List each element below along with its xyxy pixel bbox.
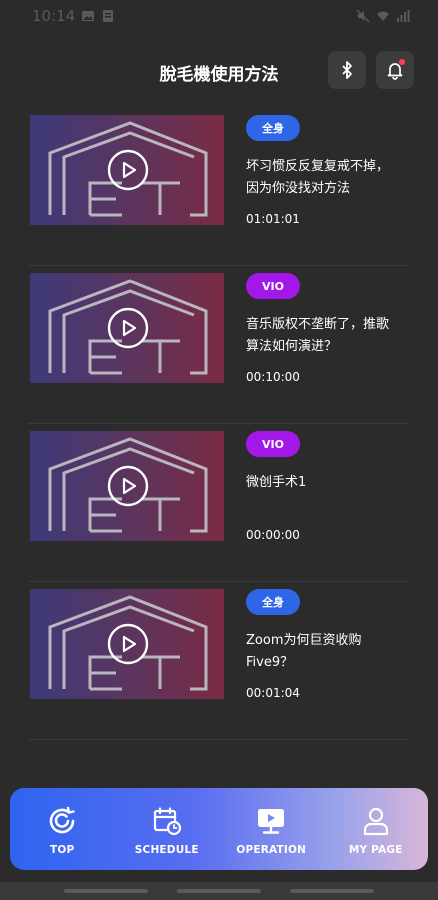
wifi-icon	[377, 11, 389, 21]
status-bar: 10:14	[0, 0, 438, 32]
video-title[interactable]: 坏习惯反反复复戒不掉，因为你没找对方法	[246, 156, 396, 200]
gesture-indicator[interactable]	[64, 889, 149, 893]
status-time: 10:14	[32, 7, 76, 25]
video-item[interactable]: 全身 坏习惯反反复复戒不掉，因为你没找对方法 01:01:01	[28, 108, 408, 266]
signal-icon	[397, 10, 410, 22]
mute-icon	[356, 9, 370, 23]
nav-item-my-page[interactable]: MY PAGE	[326, 802, 426, 856]
nav-label: TOP	[50, 844, 75, 856]
page-title: 脫毛機使用方法	[159, 65, 279, 85]
category-tag: VIO	[246, 431, 300, 457]
video-item[interactable]: VIO 微创手术1 00:00:00	[28, 424, 408, 582]
video-thumbnail[interactable]	[30, 431, 224, 541]
user-icon	[363, 807, 388, 836]
document-icon	[103, 10, 114, 22]
status-left: 10:14	[32, 7, 115, 25]
image-icon	[82, 11, 95, 21]
video-thumbnail[interactable]	[30, 273, 224, 383]
video-screen-icon	[258, 809, 285, 834]
video-title[interactable]: 音乐版权不垄断了，推歌算法如何演进？	[246, 314, 396, 358]
nav-label: SCHEDULE	[134, 844, 199, 856]
bottom-nav: TOP SCHEDULE OPERATION MY PAGE	[10, 788, 428, 870]
refresh-icon	[49, 806, 75, 834]
video-thumbnail[interactable]	[30, 115, 224, 225]
play-icon	[107, 307, 149, 349]
video-duration: 00:00:00	[246, 528, 300, 542]
nav-label: MY PAGE	[348, 844, 403, 856]
video-thumbnail[interactable]	[30, 589, 224, 699]
category-tag: 全身	[246, 589, 300, 615]
category-tag: 全身	[246, 115, 300, 141]
video-title[interactable]: Zoom为何巨资收购Five9？	[246, 630, 396, 674]
status-right	[356, 9, 410, 23]
app-header: 脫毛機使用方法	[0, 48, 438, 96]
nav-item-operation[interactable]: OPERATION	[221, 802, 321, 856]
gesture-indicator[interactable]	[289, 889, 374, 893]
video-duration: 01:01:01	[246, 212, 300, 226]
category-tag: VIO	[246, 273, 300, 299]
notification-dot	[399, 59, 405, 65]
video-list: 全身 坏习惯反反复复戒不掉，因为你没找对方法 01:01:01 VIO 音乐版权…	[28, 108, 408, 740]
video-duration: 00:01:04	[246, 686, 300, 700]
system-gesture-bar	[0, 882, 438, 900]
play-icon	[107, 465, 149, 507]
video-item[interactable]: VIO 音乐版权不垄断了，推歌算法如何演进？ 00:10:00	[28, 266, 408, 424]
notification-button[interactable]	[376, 51, 414, 89]
play-icon	[107, 149, 149, 191]
nav-item-schedule[interactable]: SCHEDULE	[117, 802, 217, 856]
video-title[interactable]: 微创手术1	[246, 472, 396, 494]
video-duration: 00:10:00	[246, 370, 300, 384]
video-item[interactable]: 全身 Zoom为何巨资收购Five9？ 00:01:04	[28, 582, 408, 740]
calendar-clock-icon	[153, 807, 181, 836]
play-icon	[107, 623, 149, 665]
bluetooth-icon	[342, 61, 352, 79]
nav-label: OPERATION	[236, 844, 307, 856]
nav-item-top[interactable]: TOP	[12, 802, 112, 856]
gesture-indicator[interactable]	[176, 889, 261, 893]
bluetooth-button[interactable]	[328, 51, 366, 89]
